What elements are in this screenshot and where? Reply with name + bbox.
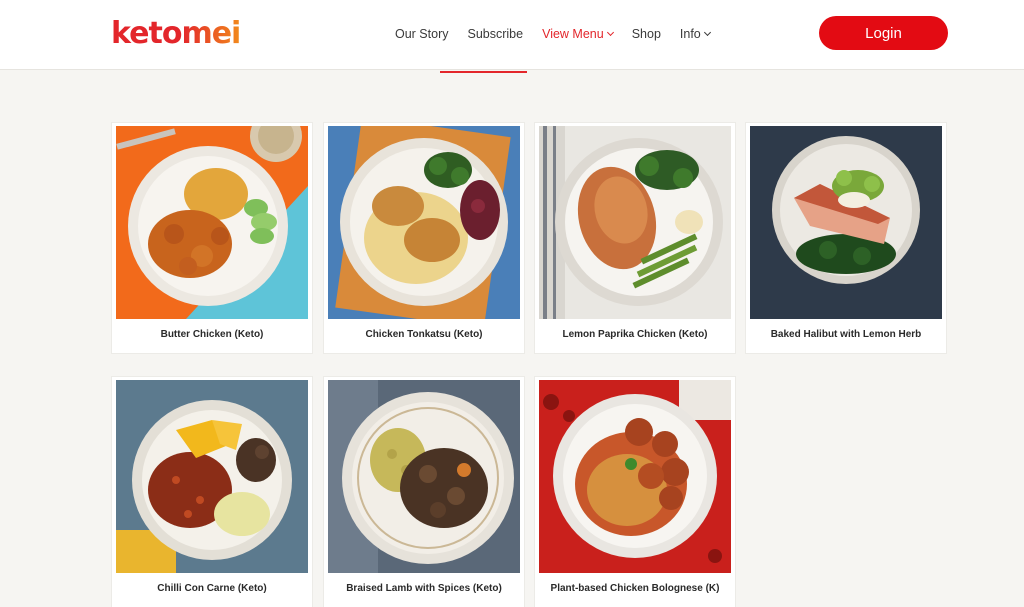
active-tab-underline — [440, 71, 527, 73]
chicken-tonkatsu-dish-image — [328, 126, 520, 319]
nav-item-view-menu[interactable]: View Menu — [542, 27, 614, 41]
chevron-down-icon — [703, 28, 711, 37]
nav-item-label: Shop — [631, 27, 661, 41]
login-button[interactable]: Login — [819, 16, 948, 50]
menu-card-chicken-tonkatsu[interactable]: Chicken Tonkatsu (Keto) — [324, 123, 524, 353]
menu-item-name: Chicken Tonkatsu (Keto) — [365, 329, 483, 340]
bolognese-dish-image — [539, 380, 731, 573]
menu-card-chilli-con-carne[interactable]: Chilli Con Carne (Keto) — [112, 377, 312, 607]
nav-item-label: Subscribe — [467, 27, 524, 41]
nav-item-label: Info — [679, 27, 701, 41]
main-nav: Our Story Subscribe View Menu Shop Info — [395, 24, 729, 44]
baked-halibut-dish-image — [750, 126, 942, 319]
lemon-paprika-chicken-dish-image — [539, 126, 731, 319]
chevron-down-icon — [606, 28, 614, 37]
nav-item-subscribe[interactable]: Subscribe — [468, 27, 524, 41]
menu-item-name: Chilli Con Carne (Keto) — [157, 583, 267, 594]
nav-item-our-story[interactable]: Our Story — [395, 27, 449, 41]
butter-chicken-dish-image — [116, 126, 308, 319]
menu-card-butter-chicken[interactable]: Butter Chicken (Keto) — [112, 123, 312, 353]
menu-item-name: Braised Lamb with Spices (Keto) — [346, 583, 502, 594]
braised-lamb-dish-image — [328, 380, 520, 573]
nav-item-label: View Menu — [542, 27, 604, 41]
menu-card-braised-lamb[interactable]: Braised Lamb with Spices (Keto) — [324, 377, 524, 607]
menu-item-name: Plant-based Chicken Bolognese (K) — [550, 583, 720, 594]
logo-text: ketomei — [111, 15, 241, 51]
nav-item-label: Our Story — [395, 27, 449, 41]
nav-item-info[interactable]: Info — [679, 27, 711, 41]
chilli-con-carne-dish-image — [116, 380, 308, 573]
menu-card-plant-based-bolognese[interactable]: Plant-based Chicken Bolognese (K) — [535, 377, 735, 607]
menu-item-name: Lemon Paprika Chicken (Keto) — [562, 329, 708, 340]
ketomei-logo[interactable]: ketomei — [111, 15, 241, 51]
menu-item-name: Baked Halibut with Lemon Herb — [770, 329, 922, 340]
nav-item-shop[interactable]: Shop — [632, 27, 661, 41]
site-header: ketomei Our Story Subscribe View Menu Sh… — [0, 0, 1024, 70]
menu-card-baked-halibut[interactable]: Baked Halibut with Lemon Herb — [746, 123, 946, 353]
menu-card-lemon-paprika-chicken[interactable]: Lemon Paprika Chicken (Keto) — [535, 123, 735, 353]
menu-item-name: Butter Chicken (Keto) — [160, 329, 264, 340]
